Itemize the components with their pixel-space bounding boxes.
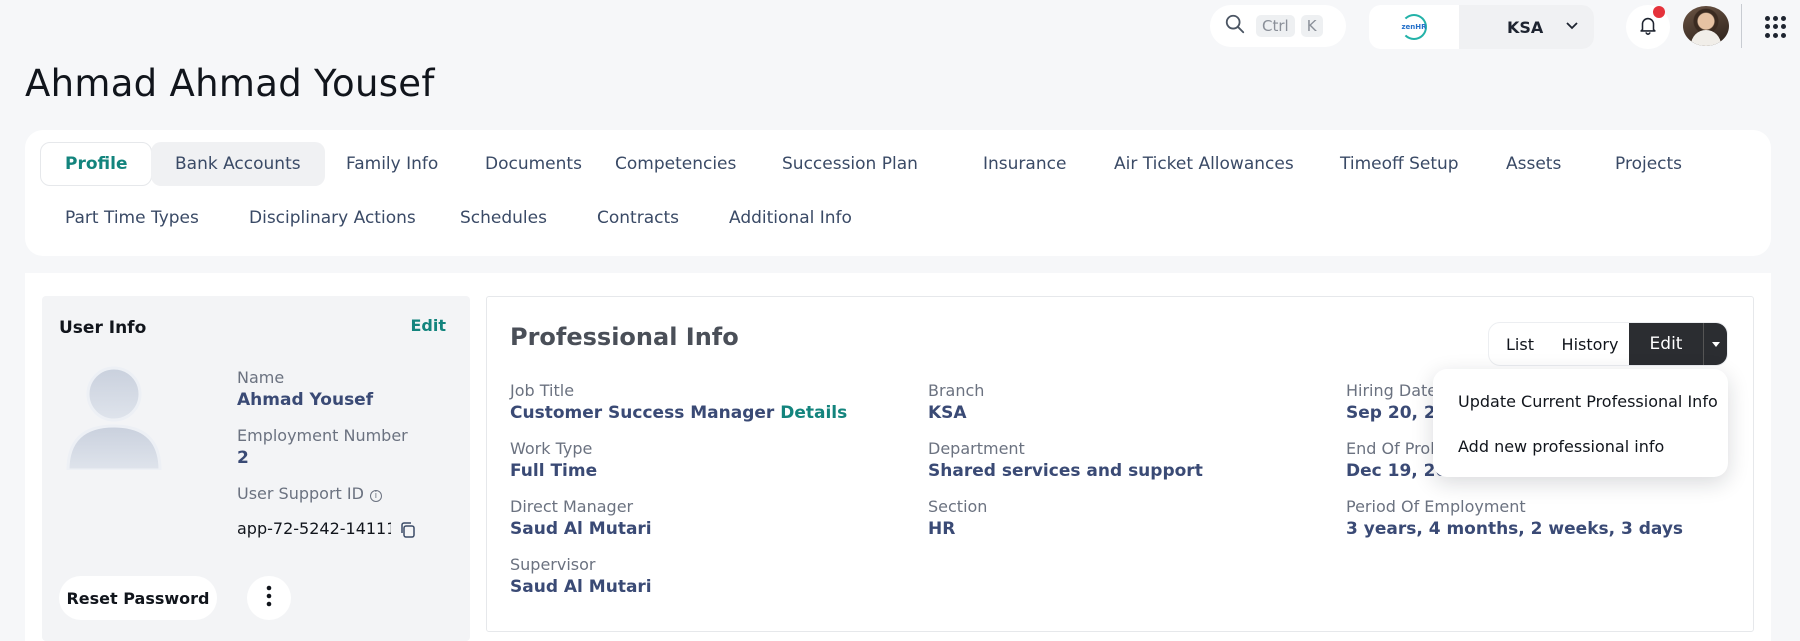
search-box[interactable]: Ctrl K: [1210, 5, 1346, 47]
notifications-button[interactable]: [1626, 5, 1670, 49]
tab-disciplinary-actions[interactable]: Disciplinary Actions: [225, 196, 440, 240]
support-id-value: app-72-5242-141111: [237, 519, 391, 538]
company-name: KSA: [1507, 17, 1544, 37]
period-of-employment-value: 3 years, 4 months, 2 weeks, 3 days: [1346, 519, 1684, 539]
job-title-value: Customer Success Manager Details: [510, 403, 847, 423]
divider: [1741, 4, 1742, 48]
apps-grid-icon[interactable]: [1765, 16, 1787, 38]
support-id-label-text: User Support ID: [237, 484, 364, 503]
user-info-edit-button[interactable]: Edit: [410, 316, 446, 335]
bell-icon: [1637, 14, 1659, 40]
notification-badge: [1653, 6, 1665, 18]
history-button[interactable]: History: [1551, 323, 1629, 365]
department-value: Shared services and support: [928, 461, 1203, 481]
view-toggle-group: List History Edit: [1488, 322, 1728, 366]
vertical-dots-icon: [266, 585, 272, 611]
reset-password-button[interactable]: Reset Password: [59, 576, 217, 620]
tab-succession-plan[interactable]: Succession Plan: [758, 142, 942, 186]
user-info-card: User Info Edit Name Ahmad Yousef Employm…: [42, 296, 470, 641]
tab-timeoff-setup[interactable]: Timeoff Setup: [1316, 142, 1483, 186]
tab-contracts[interactable]: Contracts: [573, 196, 703, 240]
shortcut-key-k: K: [1300, 15, 1323, 37]
support-id-label: User Support ID i: [237, 484, 382, 503]
tab-air-ticket-allowances[interactable]: Air Ticket Allowances: [1090, 142, 1318, 186]
section-label: Section: [928, 497, 988, 516]
tab-schedules[interactable]: Schedules: [436, 196, 571, 240]
tab-profile[interactable]: Profile: [40, 142, 153, 186]
more-options-button[interactable]: [247, 576, 291, 620]
tab-family-info[interactable]: Family Info: [322, 142, 462, 186]
tab-bank-accounts[interactable]: Bank Accounts: [151, 142, 325, 186]
period-of-employment-label: Period Of Employment: [1346, 497, 1526, 516]
details-link[interactable]: Details: [780, 403, 847, 423]
tab-assets[interactable]: Assets: [1482, 142, 1585, 186]
tab-projects[interactable]: Projects: [1591, 142, 1706, 186]
supervisor-value[interactable]: Saud Al Mutari: [510, 577, 652, 597]
chevron-down-icon: [1564, 17, 1580, 37]
user-placeholder-icon: [64, 366, 164, 472]
page-title: Ahmad Ahmad Yousef: [25, 62, 435, 105]
shortcut-key-ctrl: Ctrl: [1256, 15, 1295, 37]
menu-item-update-professional-info[interactable]: Update Current Professional Info: [1458, 392, 1718, 411]
branch-label: Branch: [928, 381, 985, 400]
job-title-text: Customer Success Manager: [510, 403, 775, 423]
list-button[interactable]: List: [1489, 323, 1551, 365]
direct-manager-value[interactable]: Saud Al Mutari: [510, 519, 652, 539]
work-type-label: Work Type: [510, 439, 593, 458]
edit-dropdown-menu: Update Current Professional Info Add new…: [1433, 369, 1728, 477]
name-value: Ahmad Yousef: [237, 390, 374, 410]
tab-part-time-types[interactable]: Part Time Types: [41, 196, 223, 240]
employment-number-value: 2: [237, 448, 249, 468]
section-value: HR: [928, 519, 956, 539]
user-info-title: User Info: [59, 318, 147, 338]
company-switcher[interactable]: zenHR KSA: [1369, 5, 1594, 49]
info-icon[interactable]: i: [369, 490, 382, 502]
company-logo: zenHR: [1369, 5, 1459, 49]
menu-item-add-professional-info[interactable]: Add new professional info: [1458, 437, 1664, 456]
company-logo-text: zenHR: [1401, 23, 1427, 31]
professional-info-title: Professional Info: [510, 323, 739, 351]
edit-button[interactable]: Edit: [1629, 323, 1703, 365]
direct-manager-label: Direct Manager: [510, 497, 634, 516]
tab-additional-info[interactable]: Additional Info: [705, 196, 876, 240]
search-icon: [1224, 13, 1246, 39]
avatar[interactable]: [1683, 6, 1729, 46]
end-of-probation-label: End Of Prob: [1346, 439, 1441, 458]
supervisor-label: Supervisor: [510, 555, 596, 574]
tab-competencies[interactable]: Competencies: [591, 142, 760, 186]
tab-insurance[interactable]: Insurance: [959, 142, 1090, 186]
employment-number-label: Employment Number: [237, 426, 408, 445]
edit-dropdown-toggle[interactable]: [1703, 323, 1727, 365]
name-label: Name: [237, 368, 285, 387]
copy-icon[interactable]: [399, 521, 417, 539]
caret-down-icon: [1711, 341, 1720, 347]
tab-documents[interactable]: Documents: [461, 142, 606, 186]
company-select[interactable]: KSA: [1459, 5, 1594, 49]
department-label: Department: [928, 439, 1025, 458]
job-title-label: Job Title: [510, 381, 575, 400]
work-type-value: Full Time: [510, 461, 598, 481]
tabs-bar: Profile Bank Accounts Family Info Docume…: [25, 130, 1771, 256]
hiring-date-label: Hiring Date: [1346, 381, 1438, 400]
branch-value: KSA: [928, 403, 967, 423]
